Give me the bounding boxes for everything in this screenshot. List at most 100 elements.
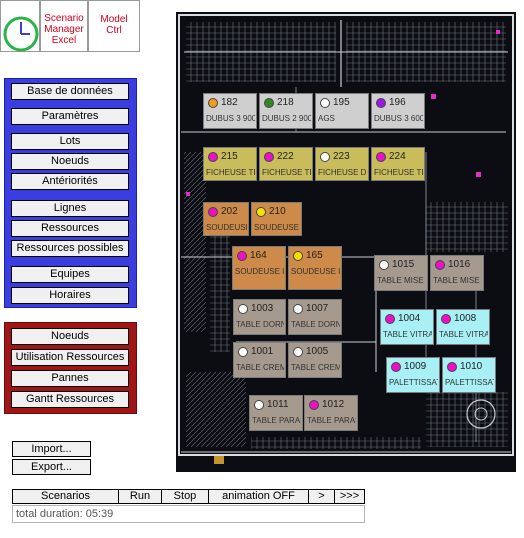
machine-1010[interactable]: 1010 PALETTISSATI <box>442 357 496 393</box>
machine-1011[interactable]: 1011 TABLE PARAS <box>249 395 303 431</box>
machine-1005-status-dot <box>293 347 303 357</box>
machine-202-label: SOUDEUSE 1 <box>206 223 247 232</box>
machine-1016-id: 1016 <box>448 259 471 270</box>
menu-ressources[interactable]: Ressources <box>11 220 129 237</box>
machine-1003-label: TABLE DORN <box>236 320 284 329</box>
stop-button[interactable]: Stop <box>161 489 209 504</box>
menu-lignes[interactable]: Lignes <box>11 200 129 217</box>
machine-195-id: 195 <box>333 97 350 108</box>
machine-1015-status-dot <box>379 260 389 270</box>
machine-222[interactable]: 222 FICHEUSE TE <box>259 147 313 181</box>
machine-1008-id: 1008 <box>454 313 477 324</box>
menu-noeuds[interactable]: Noeuds <box>11 153 129 170</box>
menu-utilisation-ressources[interactable]: Utilisation Ressources <box>11 349 129 366</box>
menu-equipes[interactable]: Equipes <box>11 266 129 283</box>
clock-icon <box>3 16 39 52</box>
machine-1004-status-dot <box>385 314 395 324</box>
machine-195[interactable]: 195 AGS <box>315 93 369 129</box>
data-menu-group: Base de données Paramètres Lots Noeuds A… <box>4 78 137 308</box>
machine-1008[interactable]: 1008 TABLE VITRAG <box>436 309 490 345</box>
machine-210-status-dot <box>256 207 266 217</box>
scenario-manager-excel-button[interactable]: Scenario Manager Excel <box>40 0 88 52</box>
machine-202[interactable]: 202 SOUDEUSE 1 <box>203 202 249 236</box>
machine-165-status-dot <box>293 251 303 261</box>
machine-1004[interactable]: 1004 TABLE VITRAG <box>380 309 434 345</box>
machine-196-id: 196 <box>389 97 406 108</box>
machine-195-status-dot <box>320 98 330 108</box>
machine-196[interactable]: 196 DUBUS 3 6001 <box>371 93 425 129</box>
fast-forward-button[interactable]: >>> <box>334 489 365 504</box>
machine-1016-label: TABLE MISE <box>433 276 480 285</box>
menu-ressources-possibles[interactable]: Ressources possibles <box>11 240 129 257</box>
machine-1004-label: TABLE VITRAG <box>383 330 432 339</box>
machine-1012-status-dot <box>309 400 319 410</box>
menu-results-noeuds[interactable]: Noeuds <box>11 328 129 345</box>
machine-1007-label: TABLE DORN <box>291 320 340 329</box>
machine-1001-status-dot <box>238 347 248 357</box>
machine-210-id: 210 <box>269 206 286 217</box>
machine-1007-status-dot <box>293 304 303 314</box>
machine-215-id: 215 <box>221 151 238 162</box>
machine-164-status-dot <box>237 251 247 261</box>
machine-1016[interactable]: 1016 TABLE MISE <box>430 255 484 291</box>
machine-224[interactable]: 224 FICHEUSE TE <box>371 147 425 181</box>
menu-pannes[interactable]: Pannes <box>11 370 129 387</box>
model-ctrl-button[interactable]: Model Ctrl <box>88 0 140 52</box>
clock-button[interactable] <box>0 0 40 52</box>
machine-223-id: 223 <box>333 151 350 162</box>
machine-1011-id: 1011 <box>267 399 289 410</box>
machine-1009-label: PALETTISSATI <box>389 378 438 387</box>
machine-1003[interactable]: 1003 TABLE DORN <box>233 299 286 335</box>
machine-1005-id: 1005 <box>306 346 329 357</box>
run-button[interactable]: Run <box>118 489 162 504</box>
machine-1010-label: PALETTISSATI <box>445 378 494 387</box>
machine-165[interactable]: 165 SOUDEUSE I <box>288 246 342 290</box>
factory-floor-map: 182 DUBUS 3 9001 218 DUBUS 2 9001 195 AG… <box>176 12 516 472</box>
machine-218-id: 218 <box>277 97 294 108</box>
machine-223-label: FICHEUSE DU <box>318 168 367 177</box>
machine-1003-status-dot <box>238 304 248 314</box>
machine-223-status-dot <box>320 152 330 162</box>
machine-224-status-dot <box>376 152 386 162</box>
machine-1001[interactable]: 1001 TABLE CREM <box>233 342 286 378</box>
machine-164-label: SOUDEUSE I <box>235 267 284 276</box>
machine-182-id: 182 <box>221 97 238 108</box>
scenario-manager-line-2: Manager <box>44 24 84 35</box>
menu-gantt-ressources[interactable]: Gantt Ressources <box>11 391 129 408</box>
menu-horaires[interactable]: Horaires <box>11 287 129 304</box>
machine-1011-label: TABLE PARAS <box>252 416 301 425</box>
model-ctrl-line-1: Model <box>100 14 128 25</box>
machine-1009-id: 1009 <box>404 361 427 372</box>
machine-222-status-dot <box>264 152 274 162</box>
machine-1010-status-dot <box>447 362 457 372</box>
machine-1005[interactable]: 1005 TABLE CREM <box>288 342 342 378</box>
total-duration-text: total duration: 05:39 <box>16 508 114 520</box>
import-button[interactable]: Import... <box>12 441 91 457</box>
machine-223[interactable]: 223 FICHEUSE DU <box>315 147 369 181</box>
machine-196-label: DUBUS 3 6001 <box>374 114 423 123</box>
menu-lots[interactable]: Lots <box>11 133 129 150</box>
machine-182[interactable]: 182 DUBUS 3 9001 <box>203 93 257 129</box>
machine-1012[interactable]: 1012 TABLE PARAS <box>304 395 358 431</box>
machine-210[interactable]: 210 SOUDEUSE 2 <box>251 202 302 236</box>
machine-215[interactable]: 215 FICHEUSE TE <box>203 147 257 181</box>
machine-1005-label: TABLE CREM <box>291 363 340 372</box>
machine-1015[interactable]: 1015 TABLE MISE <box>374 255 428 291</box>
step-next-button[interactable]: > <box>308 489 335 504</box>
machine-195-label: AGS <box>318 114 335 123</box>
menu-anteriorites[interactable]: Antériorités <box>11 173 129 190</box>
machine-222-id: 222 <box>277 151 294 162</box>
machine-1004-id: 1004 <box>398 313 421 324</box>
scenarios-button[interactable]: Scenarios <box>12 489 119 504</box>
machine-182-label: DUBUS 3 9001 <box>206 114 255 123</box>
menu-base-de-donnees[interactable]: Base de données <box>11 83 129 100</box>
machine-218[interactable]: 218 DUBUS 2 9001 <box>259 93 313 129</box>
animation-toggle-button[interactable]: animation OFF <box>208 489 309 504</box>
machine-1001-label: TABLE CREM <box>236 363 284 372</box>
machine-224-label: FICHEUSE TE <box>374 168 423 177</box>
machine-1007[interactable]: 1007 TABLE DORN <box>288 299 342 335</box>
machine-164[interactable]: 164 SOUDEUSE I <box>232 246 286 290</box>
export-button[interactable]: Export... <box>12 459 91 475</box>
machine-1009[interactable]: 1009 PALETTISSATI <box>386 357 440 393</box>
menu-parametres[interactable]: Paramètres <box>11 108 129 125</box>
